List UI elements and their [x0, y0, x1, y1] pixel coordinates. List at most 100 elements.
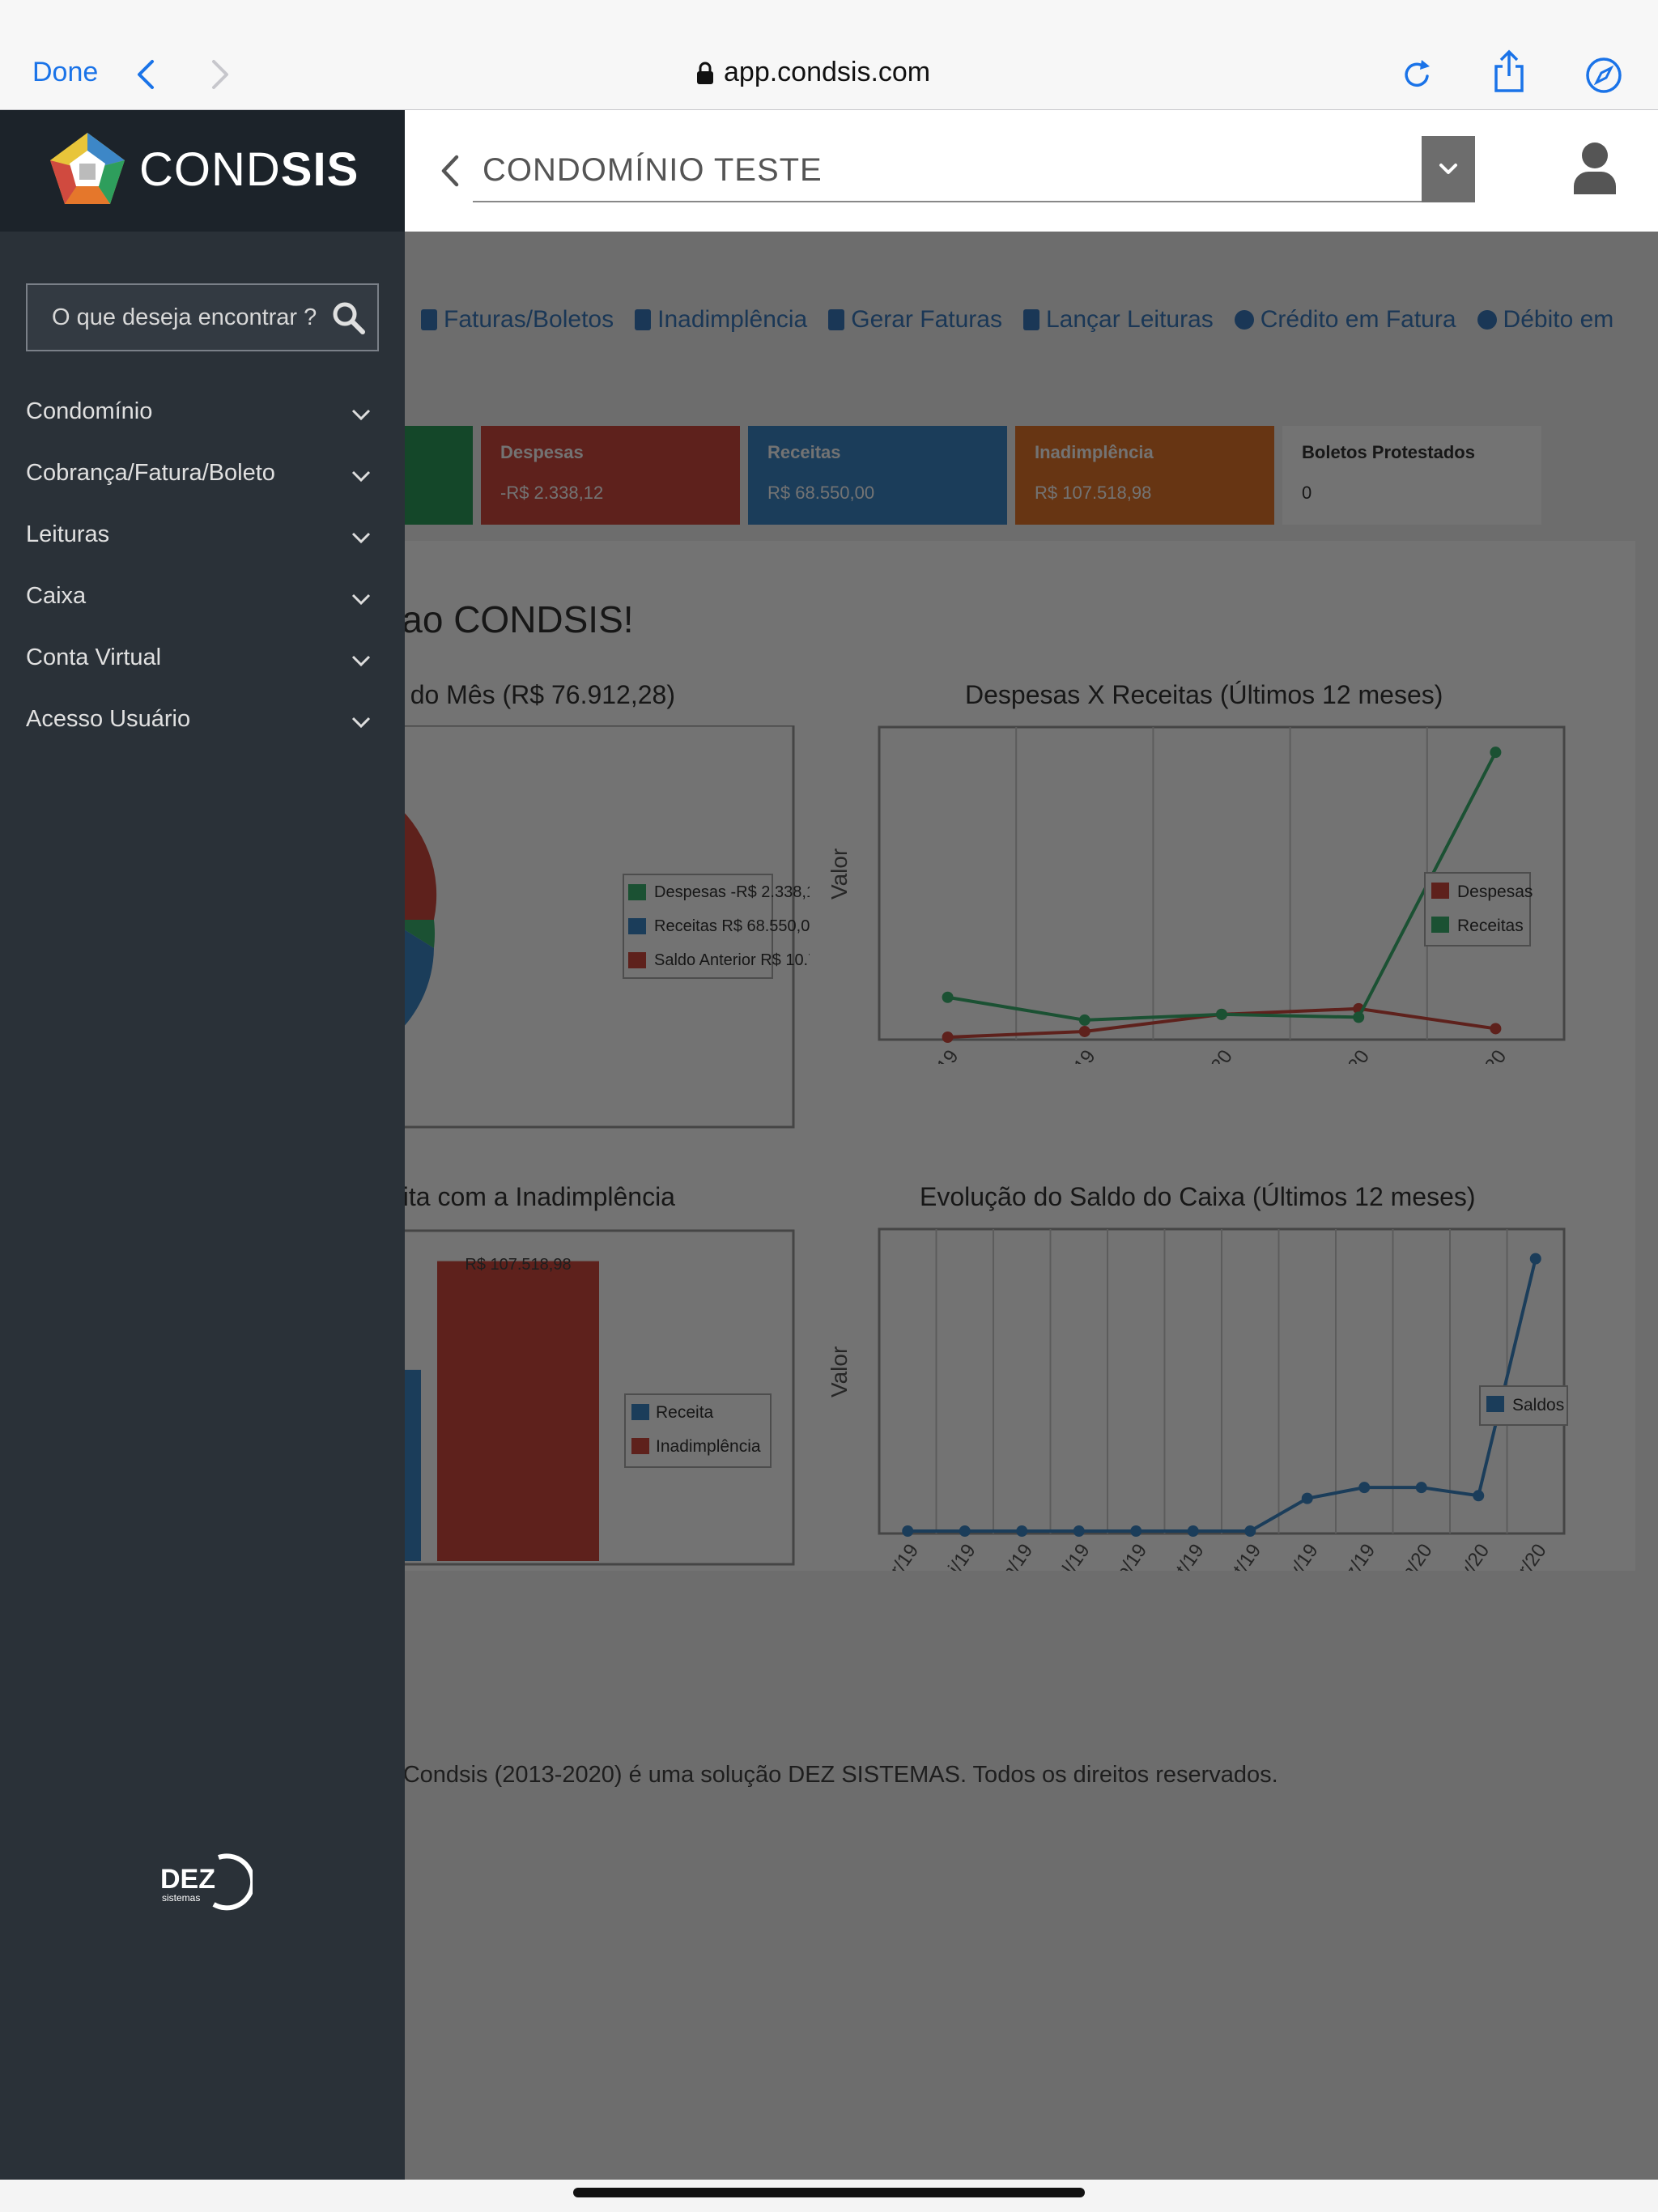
sidebar-item-acesso-usuario[interactable]: Acesso Usuário	[0, 693, 405, 755]
x-tick-label: out/19	[1217, 1540, 1265, 1571]
data-point	[1353, 1011, 1365, 1023]
x-tick-label: dez/19	[1048, 1046, 1099, 1064]
data-point	[1490, 747, 1502, 759]
forward-icon[interactable]	[204, 57, 236, 92]
sidebar-item-condominio[interactable]: Condomínio	[0, 385, 405, 447]
chart-title-bar: eita com a Inadimplência	[389, 1182, 675, 1211]
legend-swatch	[1486, 1396, 1504, 1412]
user-icon[interactable]	[1571, 141, 1619, 194]
data-point	[942, 991, 954, 1003]
dashboard-panel: E, ao CONDSIS! o do Mês (R$ 76.912,28) D…	[324, 541, 1635, 1571]
sidebar-item-conta-virtual[interactable]: Conta Virtual	[0, 632, 405, 693]
x-tick-label: ago/19	[1099, 1540, 1151, 1571]
chevron-down-icon	[351, 409, 371, 421]
saldo-caixa-chart: Valor abr/19 mai/19 jun/19 jul/19 ago/19 set/1…	[827, 1227, 1568, 1571]
data-point	[1130, 1525, 1142, 1537]
condominium-select[interactable]: CONDOMÍNIO TESTE	[473, 136, 1475, 202]
chevron-down-icon	[351, 470, 371, 483]
x-tick-label: dez/19	[1329, 1540, 1380, 1571]
quicklink-lancar-leituras[interactable]: Lançar Leituras	[1022, 306, 1214, 334]
quicklink-gerar-faturas[interactable]: Gerar Faturas	[828, 306, 1002, 334]
flag-icon	[1022, 309, 1039, 330]
sidebar-item-cobranca[interactable]: Cobrança/Fatura/Boleto	[0, 447, 405, 508]
browser-toolbar: Done app.condsis.com	[0, 0, 1658, 110]
compass-icon[interactable]	[1585, 57, 1622, 94]
address-bar[interactable]: app.condsis.com	[696, 57, 930, 88]
legend-swatch	[1431, 883, 1449, 899]
reload-icon[interactable]	[1401, 58, 1433, 91]
data-point	[1073, 1525, 1085, 1537]
back-icon[interactable]	[130, 57, 162, 92]
chart-title-despesas-receitas: Despesas X Receitas (Últimos 12 meses)	[965, 680, 1443, 709]
quicklink-credito[interactable]: Crédito em Fatura	[1234, 306, 1456, 334]
x-tick-label: abr/19	[874, 1540, 923, 1571]
x-tick-label: jun/19	[988, 1540, 1037, 1571]
summary-cards: Caixa,28 Despesas-R$ 2.338,12 ReceitasR$…	[267, 426, 1541, 525]
svg-text:sistemas: sistemas	[162, 1892, 200, 1904]
x-tick-label: set/19	[1160, 1540, 1209, 1571]
chart-title-pie: o do Mês (R$ 76.912,28)	[389, 680, 675, 709]
data-point	[1078, 1025, 1090, 1037]
sidebar-search-input[interactable]: O que deseja encontrar ?	[26, 283, 379, 351]
done-button[interactable]: Done	[32, 57, 98, 88]
x-tick-label: jan/20	[1388, 1540, 1436, 1571]
condominium-name: CONDOMÍNIO TESTE	[483, 152, 823, 188]
plus-circle-icon	[1234, 310, 1254, 330]
card-receitas[interactable]: Receitas R$ 68.550,00	[748, 426, 1007, 525]
quicklink-faturas[interactable]: Faturas/Boletos	[421, 306, 614, 334]
search-icon[interactable]	[330, 300, 366, 335]
bar-inadimplência	[437, 1261, 599, 1561]
x-tick-label: jul/19	[1049, 1540, 1095, 1571]
legend-swatch	[1431, 917, 1449, 933]
data-point	[1078, 1014, 1090, 1026]
data-point	[1529, 1253, 1541, 1265]
footer-copyright: ) Condsis (2013-2020) é uma solução DEZ …	[389, 1762, 1278, 1788]
card-despesas[interactable]: Despesas -R$ 2.338,12	[481, 426, 740, 525]
x-tick-label: mar/20	[1458, 1046, 1511, 1064]
document-icon	[421, 309, 437, 330]
data-point	[1187, 1525, 1199, 1537]
share-icon[interactable]	[1491, 49, 1527, 94]
chevron-down-icon	[1439, 164, 1457, 174]
back-arrow-icon[interactable]	[437, 152, 461, 189]
quicklink-inadimplencia[interactable]: Inadimplência	[635, 306, 807, 334]
x-tick-label: fev/20	[1446, 1540, 1494, 1571]
pie-legend-receitas: Receitas R$ 68.550,00	[654, 917, 810, 935]
sidebar-item-leituras[interactable]: Leituras	[0, 508, 405, 570]
quicklink-debito[interactable]: Débito em	[1477, 306, 1613, 334]
despesas-receitas-chart: Valor nov/19 dez/19 jan/20 fev/20 mar/20 Despe…	[827, 725, 1566, 1064]
pie-legend-despesas: Despesas -R$ 2.338,12	[654, 883, 810, 901]
chevron-down-icon	[351, 532, 371, 544]
select-dropdown-button[interactable]	[1422, 136, 1475, 202]
legend-label: Despesas	[1457, 883, 1533, 901]
pie-legend-saldo: Saldo Anterior R$ 10.700,40	[654, 951, 810, 969]
app-header: CONDOMÍNIO TESTE	[405, 110, 1658, 232]
legend-label: Saldos	[1512, 1396, 1564, 1414]
data-point	[959, 1525, 971, 1537]
data-point	[1490, 1023, 1502, 1035]
sidebar-item-caixa[interactable]: Caixa	[0, 570, 405, 632]
card-boletos-protestados[interactable]: Boletos Protestados 0	[1282, 426, 1541, 525]
sidebar: CONDSIS O que deseja encontrar ? Condomí…	[0, 110, 405, 2180]
legend-label: Receita	[656, 1403, 714, 1422]
data-point	[1216, 1008, 1227, 1020]
url-text: app.condsis.com	[724, 57, 931, 87]
x-tick-label: nov/19	[912, 1046, 963, 1064]
card-inadimplencia[interactable]: Inadimplência R$ 107.518,98	[1015, 426, 1274, 525]
search-placeholder: O que deseja encontrar ?	[52, 304, 317, 330]
data-point	[902, 1525, 914, 1537]
sidebar-logo-area: CONDSIS	[0, 110, 405, 232]
lock-icon	[697, 62, 713, 84]
data-point	[1473, 1490, 1485, 1502]
data-point	[1358, 1482, 1371, 1494]
data-point	[1415, 1482, 1427, 1494]
x-tick-label: jan/20	[1188, 1046, 1237, 1064]
y-axis-label: Valor	[827, 1346, 852, 1397]
legend-label: Inadimplência	[656, 1437, 761, 1456]
bolt-icon	[828, 309, 845, 330]
home-indicator[interactable]	[573, 2188, 1085, 2197]
data-point	[1244, 1525, 1256, 1537]
thumbs-down-icon	[635, 309, 652, 330]
condsis-logo-icon	[50, 133, 125, 204]
chart-title-saldo: Evolução do Saldo do Caixa (Últimos 12 m…	[920, 1182, 1476, 1211]
